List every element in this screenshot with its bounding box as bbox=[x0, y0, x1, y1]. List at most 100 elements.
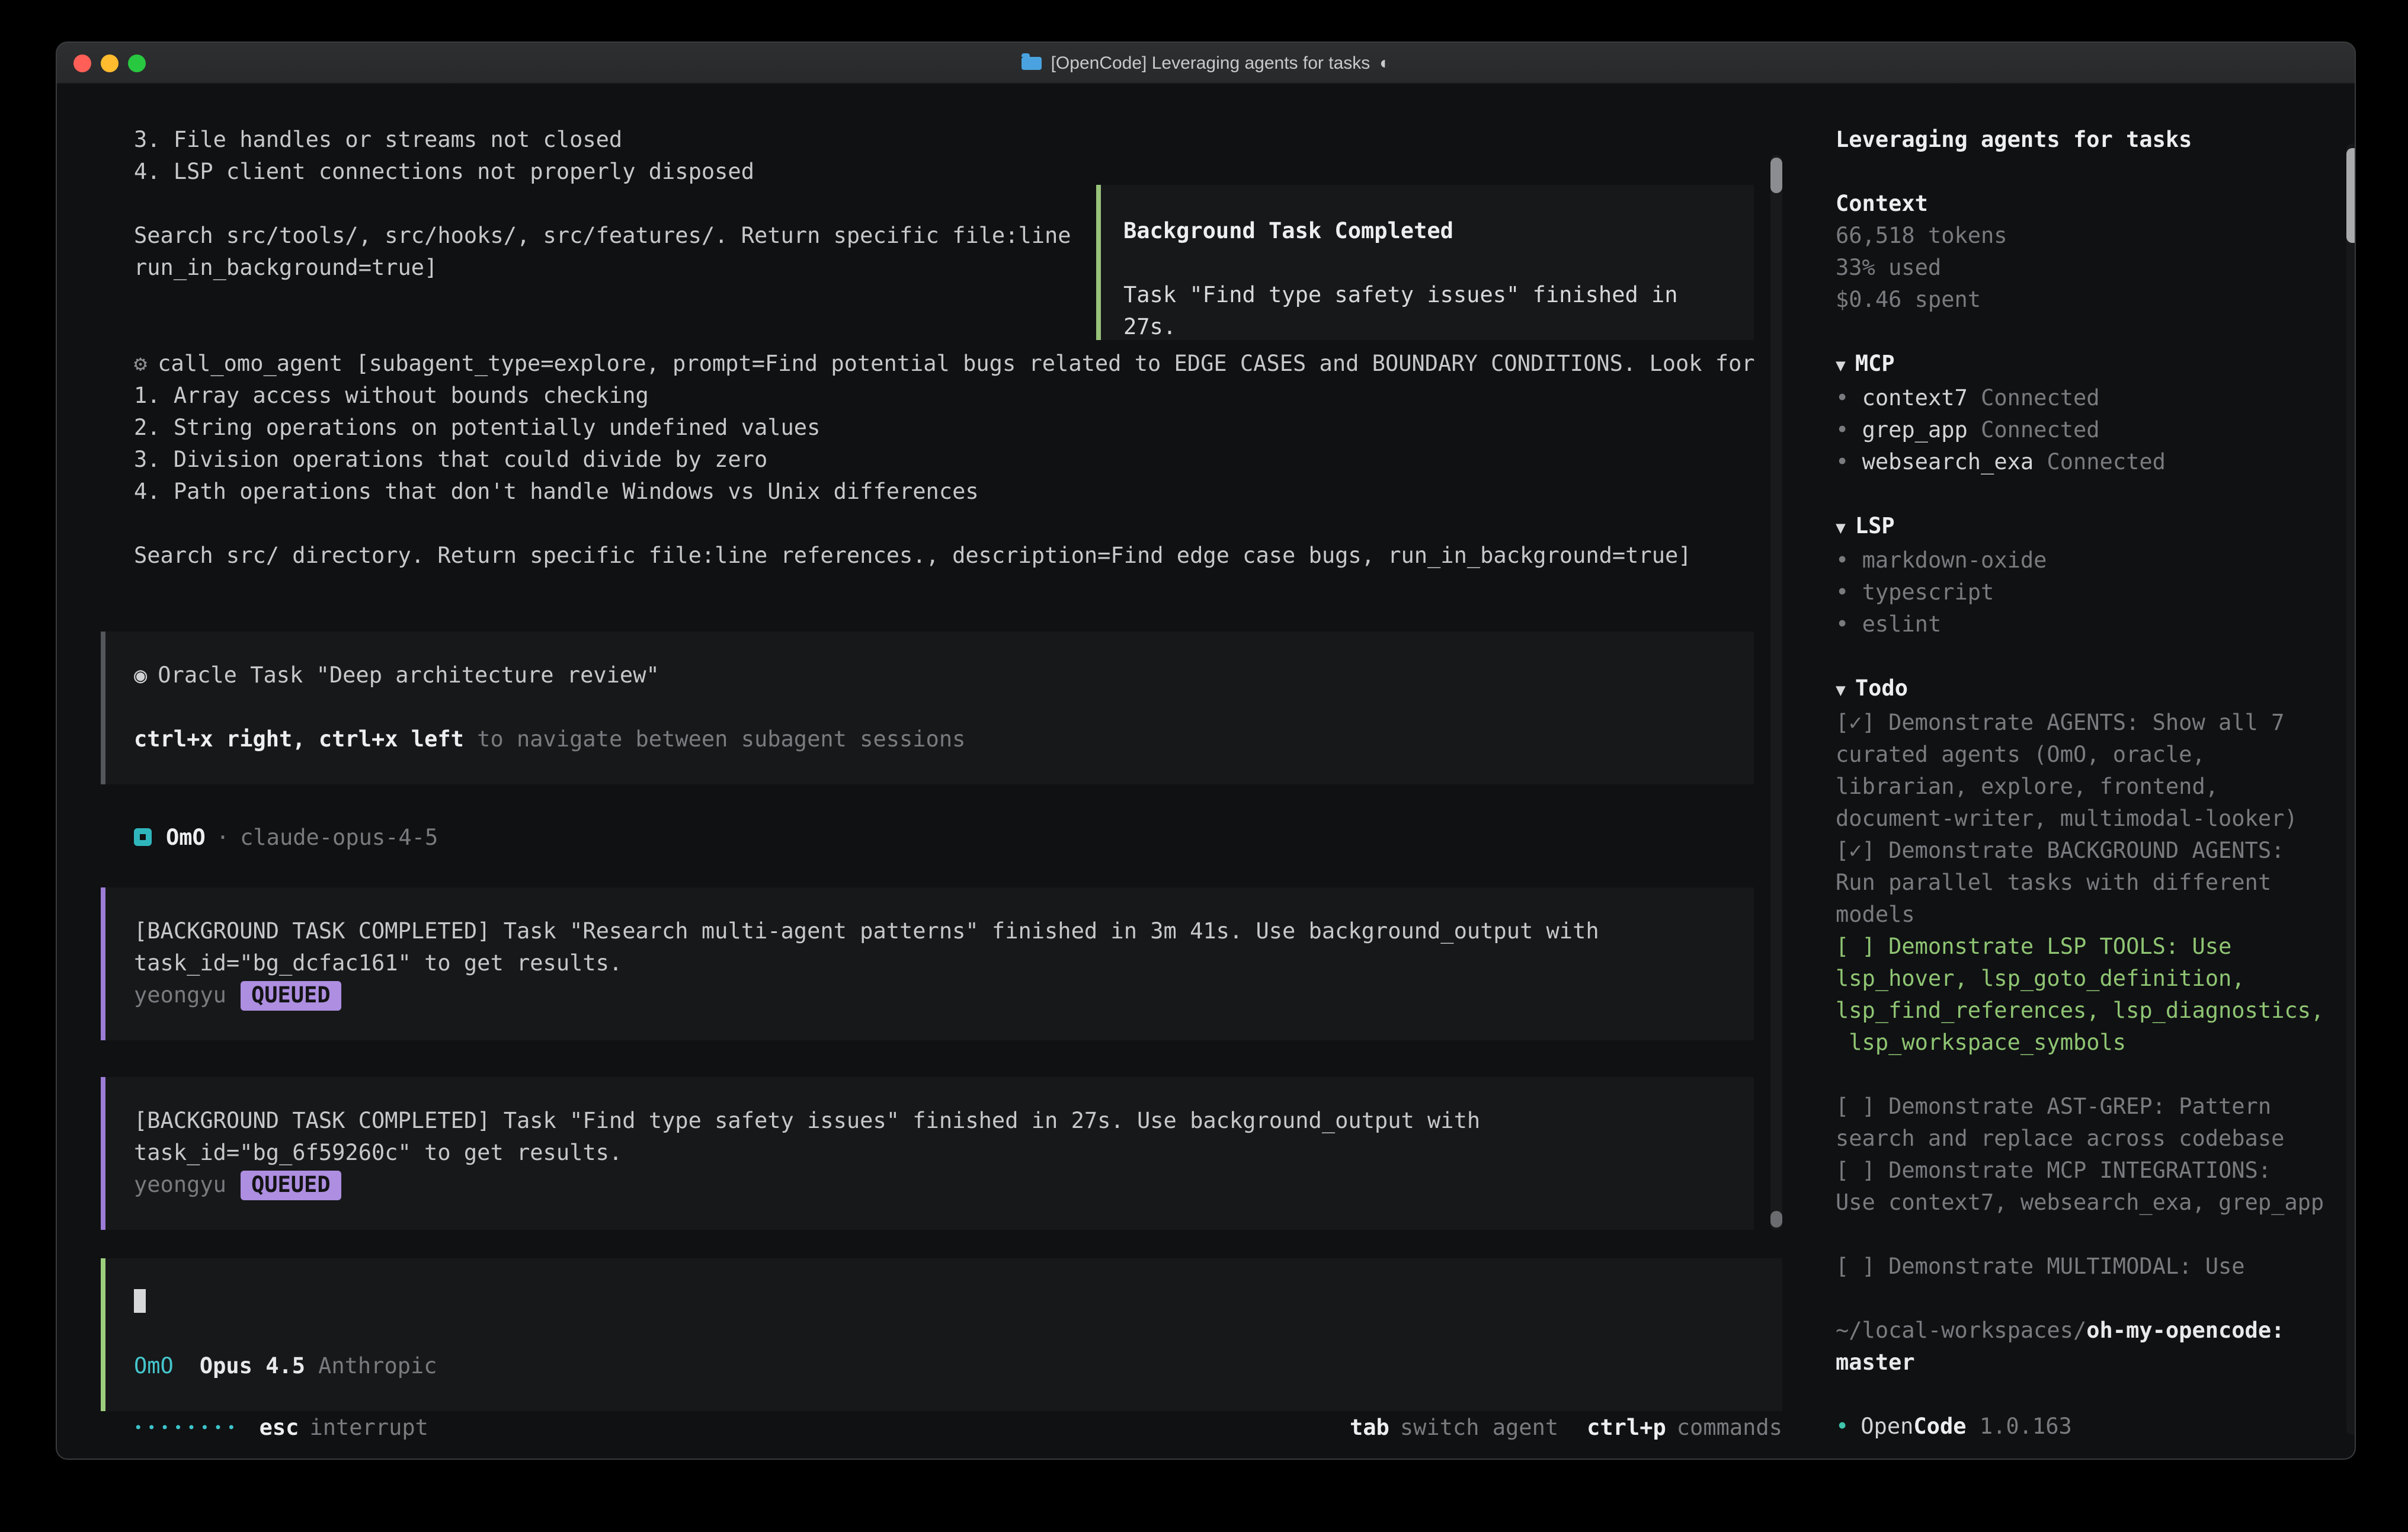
mcp-item: • grep_app Connected bbox=[1836, 415, 2333, 447]
todo-item-done: [✓] Demonstrate BACKGROUND AGENTS: Run p… bbox=[1836, 835, 2333, 931]
input-model-name: Opus 4.5 bbox=[200, 1354, 305, 1379]
mcp-item-name: websearch_exa bbox=[1862, 450, 2034, 475]
lsp-section: ▼ LSP • markdown-oxide • typescript • esl… bbox=[1836, 511, 2333, 641]
terminal-window: [OpenCode] Leveraging agents for tasks◐ … bbox=[56, 41, 2356, 1460]
mcp-item-name: context7 bbox=[1862, 386, 1968, 411]
bullet-icon: • bbox=[1836, 450, 1849, 475]
lsp-item: • markdown-oxide bbox=[1836, 545, 2333, 577]
prompt-input[interactable]: OmO Opus 4.5 Anthropic bbox=[101, 1258, 1782, 1411]
conversation-scrollbar bbox=[1770, 155, 1782, 1230]
scrollbar-thumb-secondary[interactable] bbox=[1770, 1211, 1782, 1227]
input-agent-name: OmO bbox=[134, 1354, 174, 1379]
task-message-line: [BACKGROUND TASK COMPLETED] Task "Resear… bbox=[134, 916, 1730, 948]
lsp-item: • eslint bbox=[1836, 609, 2333, 641]
bullet-icon: • bbox=[1836, 386, 1849, 411]
git-branch: master bbox=[1836, 1347, 2333, 1379]
todo-heading: Todo bbox=[1855, 677, 1908, 701]
folder-icon bbox=[1022, 56, 1042, 69]
session-title: Leveraging agents for tasks bbox=[1836, 124, 2333, 156]
agent-name: OmO bbox=[166, 826, 206, 851]
workspace-name: oh-my-opencode: bbox=[2086, 1319, 2284, 1344]
todo-item-pending: [ ] Demonstrate MCP INTEGRATIONS: Use co… bbox=[1836, 1155, 2333, 1219]
notification-body: Task "Find type safety issues" finished … bbox=[1123, 280, 1733, 344]
session-sidebar: Leveraging agents for tasks Context 66,5… bbox=[1812, 84, 2356, 1459]
todo-section-header[interactable]: ▼ Todo bbox=[1836, 673, 2333, 707]
collapse-caret-icon: ▼ bbox=[1836, 357, 1846, 376]
activity-dots-icon: •••••••• bbox=[134, 1412, 241, 1444]
workspace-path: ~/local-workspaces/oh-my-opencode: maste… bbox=[1836, 1315, 2333, 1379]
ctrlp-key-hint: ctrl+p bbox=[1587, 1412, 1666, 1444]
scrollbar-thumb[interactable] bbox=[1770, 158, 1782, 193]
notification-title: Background Task Completed bbox=[1123, 216, 1733, 248]
session-activity-icon: ◐ bbox=[1379, 53, 1390, 73]
context-used: 33% used bbox=[1836, 252, 2333, 284]
mcp-item: • websearch_exa Connected bbox=[1836, 447, 2333, 479]
mcp-item-status: Connected bbox=[2047, 450, 2166, 475]
separator-dot: · bbox=[216, 826, 229, 851]
minimize-button[interactable] bbox=[101, 54, 119, 72]
lsp-item-name: eslint bbox=[1862, 613, 1942, 637]
agent-header: OmO · claude-opus-4-5 bbox=[134, 822, 1812, 854]
context-heading: Context bbox=[1836, 188, 2333, 220]
tab-key-label: switch agent bbox=[1400, 1412, 1558, 1444]
mcp-section: ▼MCP • context7 Connected • grep_app Con… bbox=[1836, 348, 2333, 479]
todo-section: ▼ Todo [✓] Demonstrate AGENTS: Show all 7… bbox=[1836, 673, 2333, 1283]
traffic-lights bbox=[73, 43, 146, 83]
oracle-hint-text: to navigate between subagent sessions bbox=[464, 727, 966, 752]
mcp-item: • context7 Connected bbox=[1836, 383, 2333, 415]
status-bar: •••••••• esc interrupt tab switch agent … bbox=[134, 1412, 1782, 1444]
sidebar-scrollbar bbox=[2346, 143, 2356, 1435]
background-task-message-1: [BACKGROUND TASK COMPLETED] Task "Resear… bbox=[101, 887, 1754, 1040]
gear-icon: ⚙ bbox=[134, 352, 147, 377]
close-button[interactable] bbox=[73, 54, 91, 72]
lsp-section-header[interactable]: ▼ LSP bbox=[1836, 511, 2333, 545]
tab-key-hint: tab bbox=[1350, 1412, 1389, 1444]
app-version-footer: •OpenCode 1.0.163 bbox=[1836, 1411, 2333, 1443]
text-cursor bbox=[134, 1289, 146, 1313]
context-section: Context 66,518 tokens 33% used $0.46 spe… bbox=[1836, 188, 2333, 316]
bullet-icon: • bbox=[1836, 549, 1849, 573]
lsp-item: • typescript bbox=[1836, 577, 2333, 609]
app-name-code: Code bbox=[1913, 1415, 1966, 1440]
bullet-icon: • bbox=[1836, 581, 1849, 605]
mcp-item-name: grep_app bbox=[1862, 418, 1968, 443]
queued-badge: QUEUED bbox=[241, 1171, 341, 1200]
mcp-item-status: Connected bbox=[1981, 418, 2100, 443]
todo-item-done: [✓] Demonstrate AGENTS: Show all 7 curat… bbox=[1836, 707, 2333, 835]
lsp-item-name: markdown-oxide bbox=[1862, 549, 2047, 573]
collapse-caret-icon: ▼ bbox=[1836, 681, 1846, 700]
zoom-button[interactable] bbox=[128, 54, 146, 72]
oracle-task-block: ◉Oracle Task "Deep architecture review" … bbox=[101, 632, 1754, 784]
task-author: yeongyu bbox=[134, 1173, 226, 1198]
lsp-heading: LSP bbox=[1855, 514, 1895, 539]
lsp-item-name: typescript bbox=[1862, 581, 1994, 605]
input-provider-name: Anthropic bbox=[318, 1354, 437, 1379]
task-author: yeongyu bbox=[134, 983, 226, 1008]
app-version: 1.0.163 bbox=[1980, 1415, 2072, 1440]
sidebar-scrollbar-thumb[interactable] bbox=[2346, 148, 2356, 243]
background-task-notification: Background Task Completed Task "Find typ… bbox=[1096, 185, 1754, 340]
todo-item-pending: [ ] Demonstrate AST-GREP: Pattern search… bbox=[1836, 1091, 2333, 1155]
conversation-pane: 3. File handles or streams not closed 4.… bbox=[57, 84, 1812, 1459]
agent-model: claude-opus-4-5 bbox=[240, 826, 438, 851]
window-title: [OpenCode] Leveraging agents for tasks◐ bbox=[57, 53, 2355, 73]
background-task-message-2: [BACKGROUND TASK COMPLETED] Task "Find t… bbox=[101, 1077, 1754, 1230]
mcp-item-status: Connected bbox=[1981, 386, 2100, 411]
agent-icon bbox=[134, 828, 152, 846]
task-message-line: [BACKGROUND TASK COMPLETED] Task "Find t… bbox=[134, 1105, 1730, 1137]
oracle-task-icon: ◉ bbox=[134, 664, 147, 688]
window-titlebar: [OpenCode] Leveraging agents for tasks◐ bbox=[57, 43, 2355, 84]
tool-call-text: ⚙call_omo_agent [subagent_type=explore, … bbox=[134, 348, 1769, 572]
context-tokens: 66,518 tokens bbox=[1836, 220, 2333, 252]
oracle-task-title: Oracle Task "Deep architecture review" bbox=[158, 664, 659, 688]
todo-item-pending: [ ] Demonstrate MULTIMODAL: Use bbox=[1836, 1251, 2333, 1283]
ctrlp-key-label: commands bbox=[1677, 1412, 1782, 1444]
todo-item-active: [ ] Demonstrate LSP TOOLS: Use lsp_hover… bbox=[1836, 931, 2333, 1059]
bullet-icon: • bbox=[1836, 613, 1849, 637]
task-message-line: task_id="bg_dcfac161" to get results. bbox=[134, 948, 1730, 980]
task-message-line: task_id="bg_6f59260c" to get results. bbox=[134, 1137, 1730, 1169]
collapse-caret-icon: ▼ bbox=[1836, 519, 1846, 538]
mcp-section-header[interactable]: ▼MCP bbox=[1836, 348, 2333, 383]
queued-badge: QUEUED bbox=[241, 981, 341, 1011]
context-spent: $0.46 spent bbox=[1836, 284, 2333, 316]
